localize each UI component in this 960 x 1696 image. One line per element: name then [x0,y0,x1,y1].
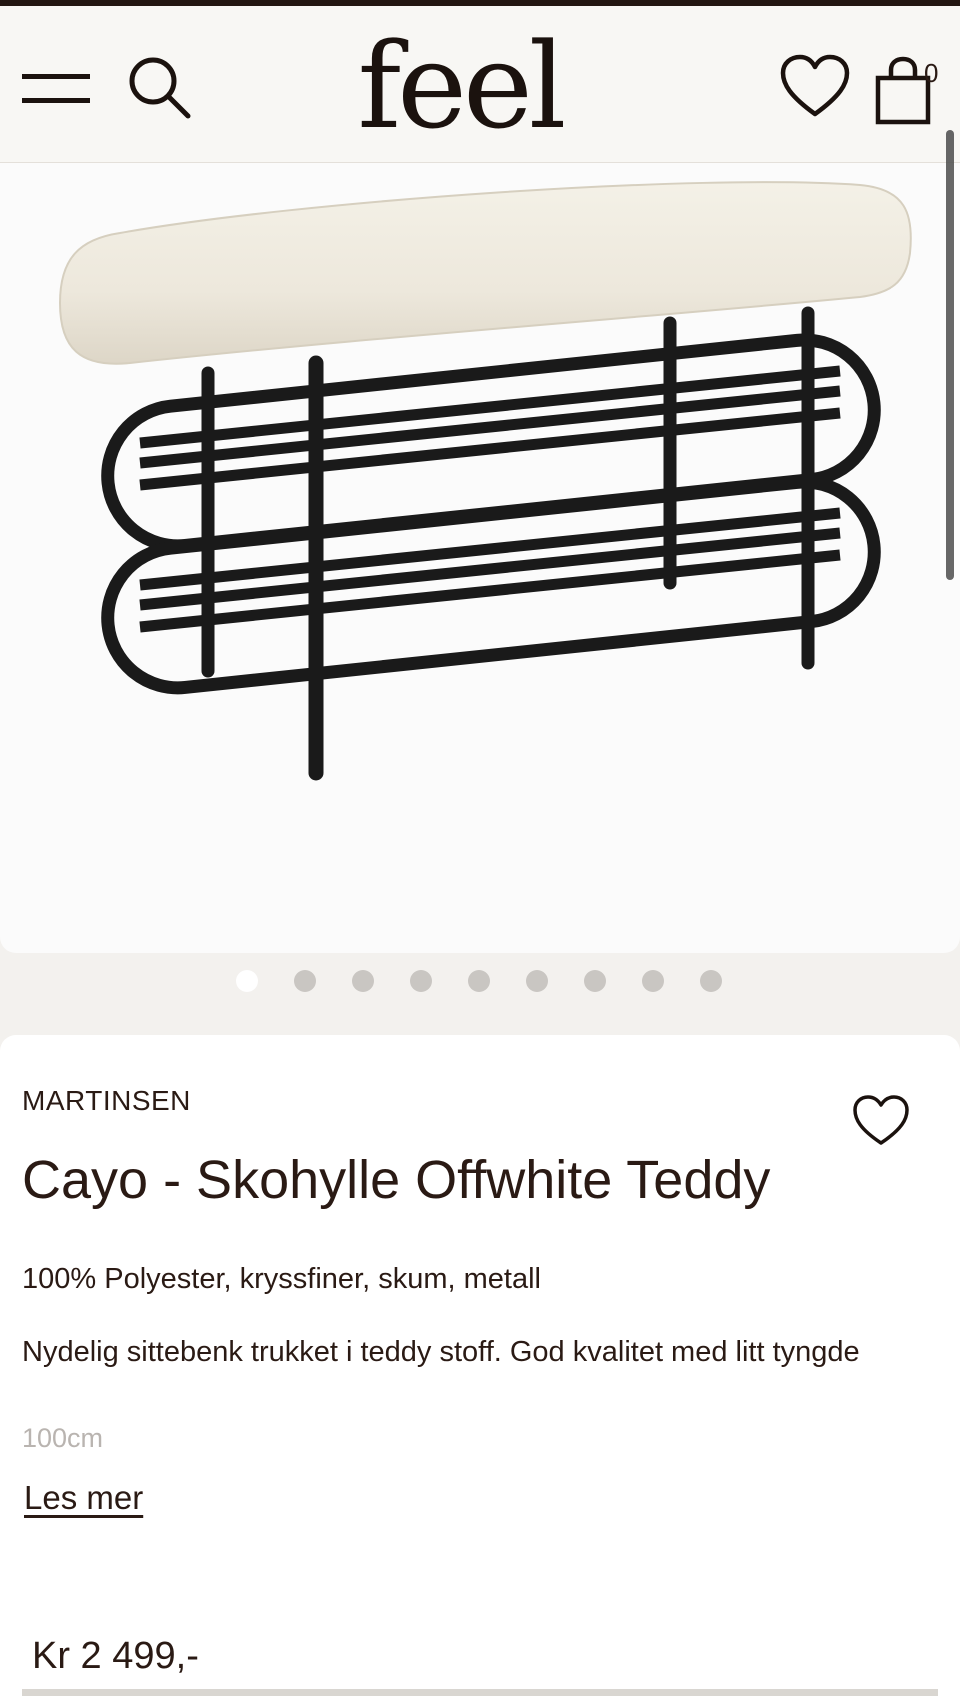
gallery-dot-9[interactable] [700,970,722,992]
product-description: Nydelig sittebenk trukket i teddy stoff.… [22,1336,860,1368]
gallery-dot-5[interactable] [468,970,490,992]
product-materials: 100% Polyester, kryssfiner, skum, metall [22,1263,541,1295]
product-price: Kr 2 499,- [32,1635,199,1677]
gallery-dot-7[interactable] [584,970,606,992]
add-to-wishlist-heart-icon[interactable] [852,1095,910,1147]
search-icon[interactable] [126,54,196,124]
gallery-dot-6[interactable] [526,970,548,992]
product-image-gallery[interactable] [0,163,960,953]
gallery-dot-8[interactable] [642,970,664,992]
product-image [58,181,912,781]
gallery-pagination [0,970,960,996]
heart-icon[interactable] [780,54,850,120]
gallery-dot-3[interactable] [352,970,374,992]
site-logo[interactable]: feel [330,16,590,156]
gallery-dot-2[interactable] [294,970,316,992]
read-more-link[interactable]: Les mer [24,1479,143,1517]
gallery-dot-1[interactable] [236,970,258,992]
product-title: Cayo - Skohylle Offwhite Teddy [22,1150,771,1210]
gallery-dot-4[interactable] [410,970,432,992]
product-details: MARTINSEN Cayo - Skohylle Offwhite Teddy… [0,1035,960,1696]
cart-count-badge: 0 [924,58,939,88]
menu-icon[interactable] [22,70,92,110]
site-header: feel 0 [0,6,960,163]
scrollbar[interactable] [946,130,954,580]
divider [22,1689,938,1696]
product-dimension: 100cm [22,1423,104,1453]
product-brand[interactable]: MARTINSEN [22,1085,191,1117]
